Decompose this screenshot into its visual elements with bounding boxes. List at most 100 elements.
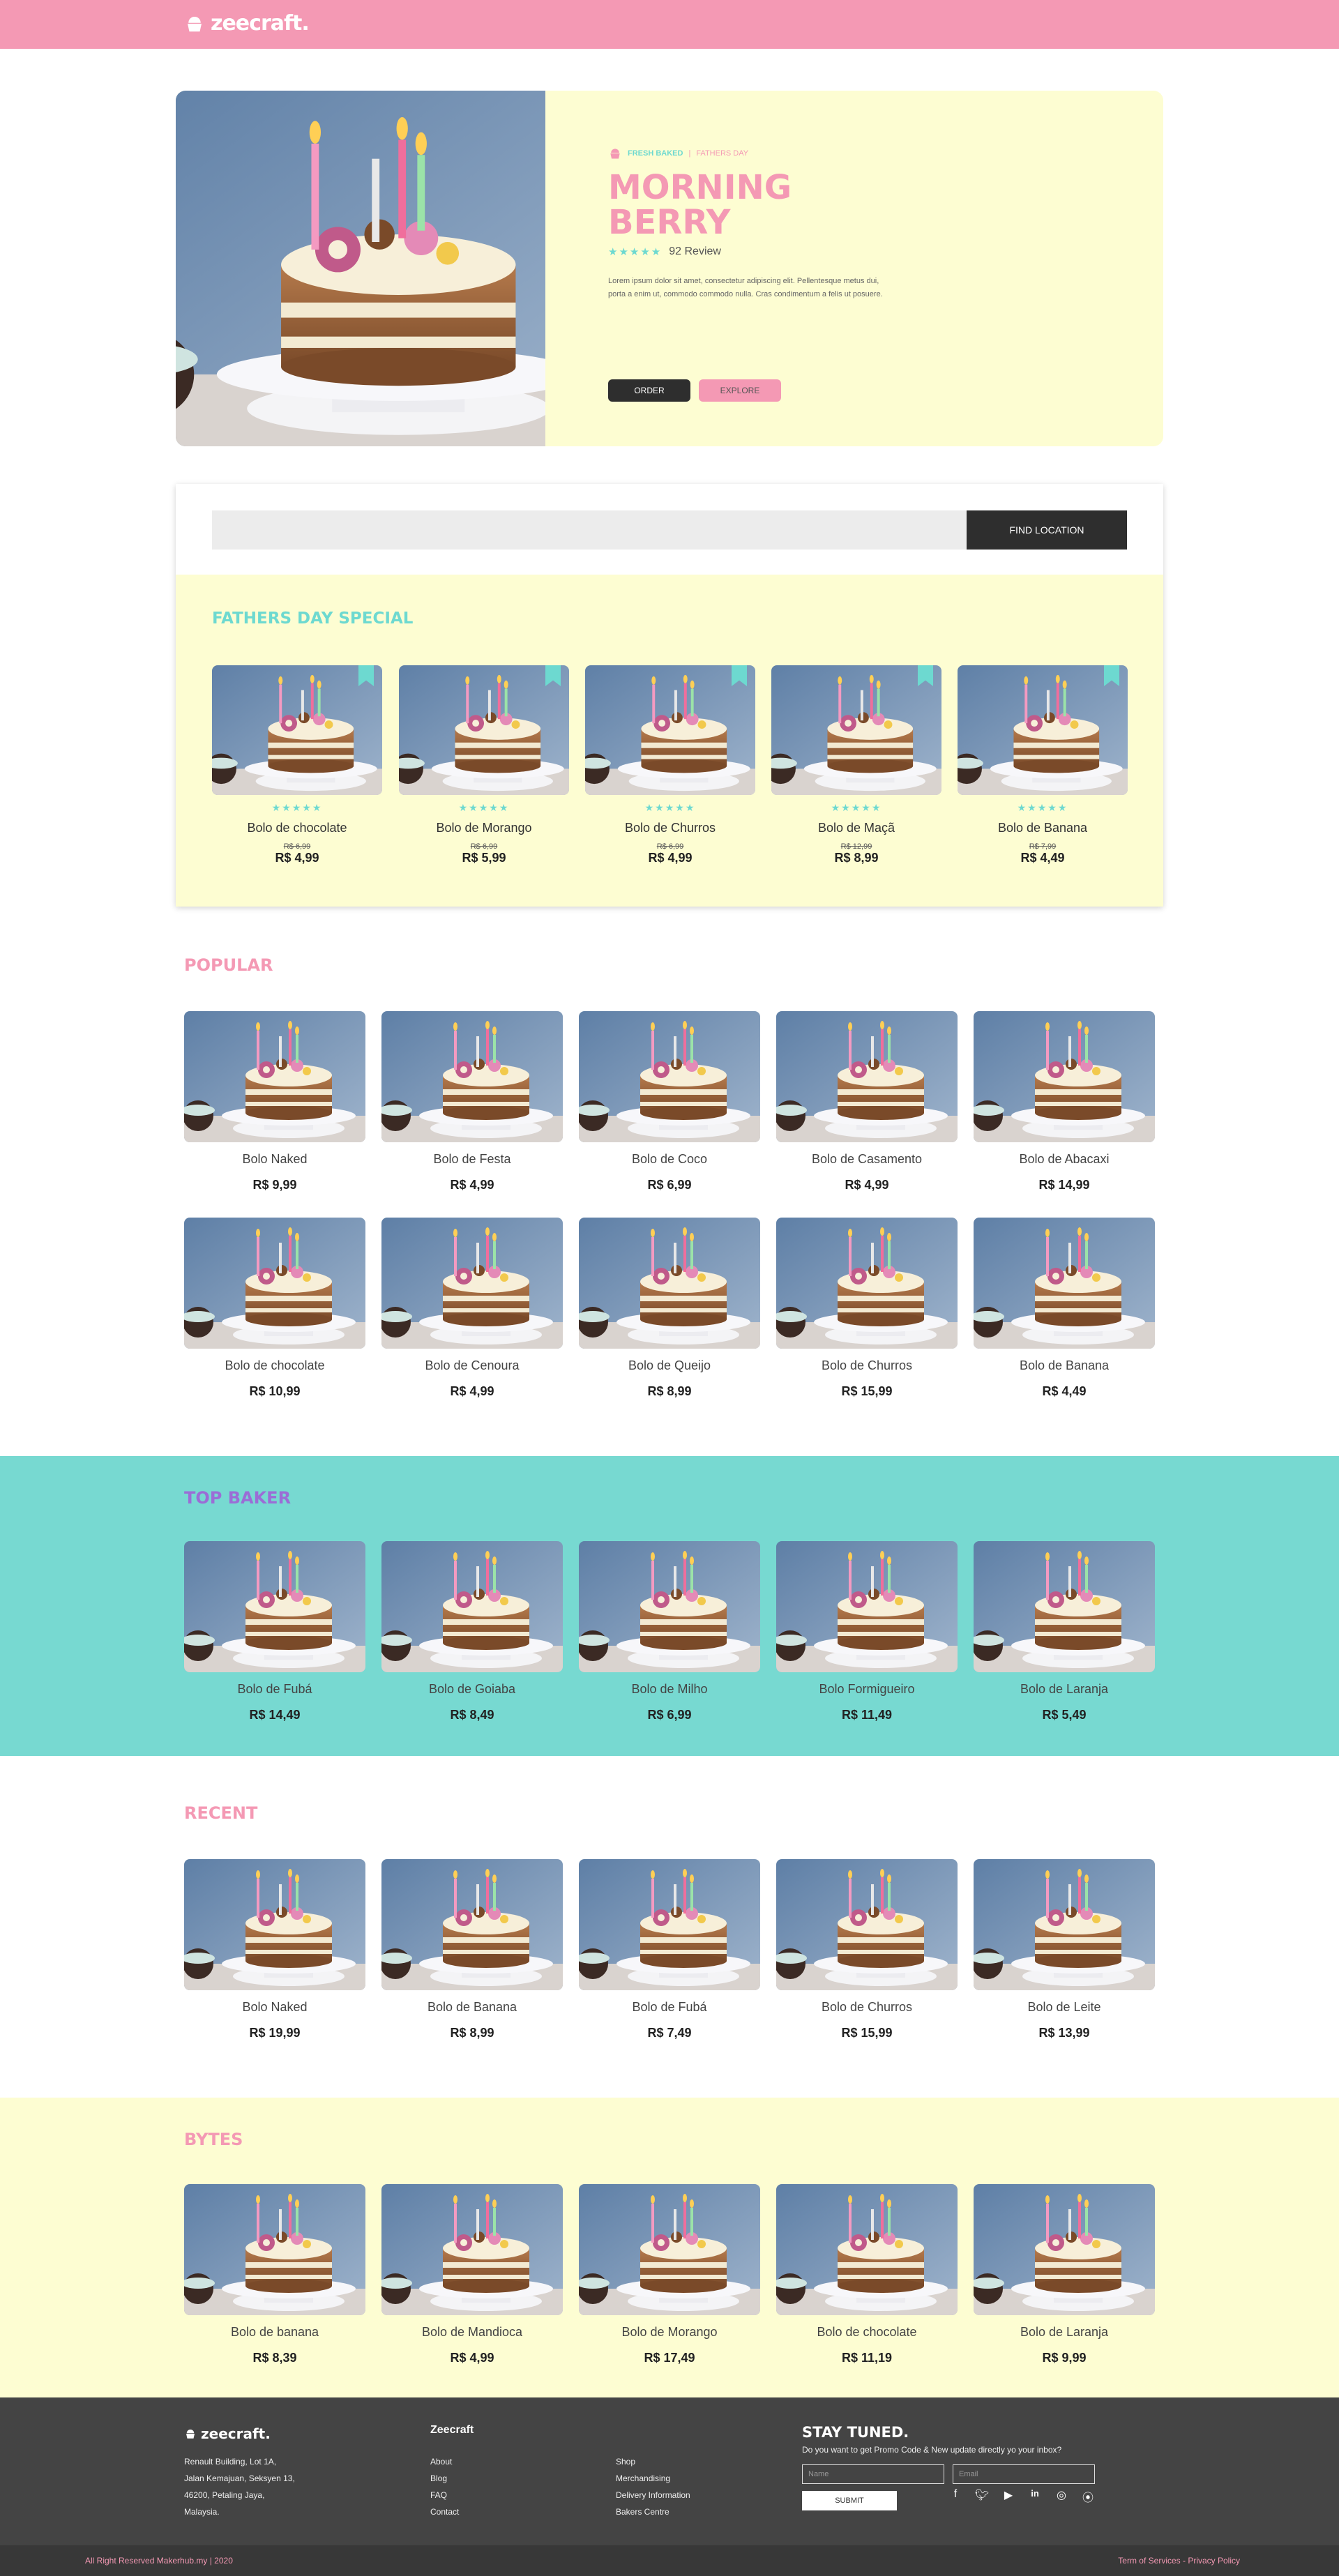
product-image[interactable] [776, 1011, 958, 1142]
product-name[interactable]: Bolo de Churros [585, 821, 755, 835]
product-image[interactable] [579, 1011, 760, 1142]
product-name[interactable]: Bolo de Churros [776, 1358, 958, 1373]
product-image[interactable] [974, 1859, 1155, 1990]
product-image[interactable] [184, 1218, 365, 1349]
product-name[interactable]: Bolo de Fubá [579, 2000, 760, 2015]
product-card[interactable]: Bolo Naked R$ 9,99 [184, 1011, 365, 1192]
special-product-card[interactable]: ★★★★★ Bolo de Morango R$ 6,99 R$ 5,99 [399, 665, 569, 865]
product-card[interactable]: Bolo de Casamento R$ 4,99 [776, 1011, 958, 1192]
product-image[interactable] [974, 2184, 1155, 2315]
product-card[interactable]: Bolo de Churros R$ 15,99 [776, 1859, 958, 2040]
special-product-card[interactable]: ★★★★★ Bolo de Churros R$ 6,99 R$ 4,99 [585, 665, 755, 865]
location-search-input[interactable] [212, 510, 967, 550]
product-image[interactable] [579, 1859, 760, 1990]
product-card[interactable]: Bolo de Churros R$ 15,99 [776, 1218, 958, 1399]
footer-link-shop[interactable]: Shop [616, 2453, 690, 2470]
special-product-card[interactable]: ★★★★★ Bolo de Maçã R$ 12,99 R$ 8,99 [771, 665, 941, 865]
product-name[interactable]: Bolo de chocolate [776, 2325, 958, 2340]
linkedin-icon[interactable]: in [1028, 2488, 1042, 2505]
product-image[interactable] [579, 1541, 760, 1672]
product-name[interactable]: Bolo de chocolate [212, 821, 382, 835]
product-image[interactable] [771, 665, 941, 795]
product-card[interactable]: Bolo Formigueiro R$ 11,49 [776, 1541, 958, 1722]
footer-link-delivery[interactable]: Delivery Information [616, 2487, 690, 2503]
footer-link-faq[interactable]: FAQ [430, 2487, 459, 2503]
product-name[interactable]: Bolo de Mandioca [381, 2325, 563, 2340]
product-card[interactable]: Bolo de Banana R$ 8,99 [381, 1859, 563, 2040]
product-card[interactable]: Bolo de Cenoura R$ 4,99 [381, 1218, 563, 1399]
product-image[interactable] [776, 1218, 958, 1349]
brand-logo[interactable]: zeecraft. [184, 11, 310, 36]
explore-button[interactable]: EXPLORE [699, 379, 781, 402]
product-card[interactable]: Bolo de Coco R$ 6,99 [579, 1011, 760, 1192]
product-name[interactable]: Bolo de Morango [399, 821, 569, 835]
product-image[interactable] [184, 1011, 365, 1142]
product-image[interactable] [184, 1541, 365, 1672]
special-product-card[interactable]: ★★★★★ Bolo de Banana R$ 7,99 R$ 4,49 [958, 665, 1128, 865]
product-card[interactable]: Bolo de Festa R$ 4,99 [381, 1011, 563, 1192]
review-count[interactable]: 92 Review [669, 245, 721, 258]
product-name[interactable]: Bolo de Coco [579, 1152, 760, 1167]
product-image[interactable] [974, 1218, 1155, 1349]
legal-links[interactable]: Term of Services - Privacy Policy [1118, 2556, 1240, 2566]
product-name[interactable]: Bolo de Churros [776, 2000, 958, 2015]
product-image[interactable] [776, 1859, 958, 1990]
product-card[interactable]: Bolo de Laranja R$ 9,99 [974, 2184, 1155, 2365]
twitter-icon[interactable]: 🐦︎ [975, 2488, 989, 2505]
product-card[interactable]: Bolo de Morango R$ 17,49 [579, 2184, 760, 2365]
product-card[interactable]: Bolo de banana R$ 8,39 [184, 2184, 365, 2365]
product-card[interactable]: Bolo de Mandioca R$ 4,99 [381, 2184, 563, 2365]
newsletter-submit-button[interactable]: SUBMIT [802, 2491, 897, 2510]
order-button[interactable]: ORDER [608, 379, 690, 402]
product-name[interactable]: Bolo de Laranja [974, 2325, 1155, 2340]
product-image[interactable] [184, 2184, 365, 2315]
product-name[interactable]: Bolo de Fubá [184, 1682, 365, 1697]
product-name[interactable]: Bolo de Banana [958, 821, 1128, 835]
rss-icon[interactable]: ⦿ [1081, 2488, 1095, 2505]
product-card[interactable]: Bolo de Banana R$ 4,49 [974, 1218, 1155, 1399]
product-name[interactable]: Bolo de banana [184, 2325, 365, 2340]
product-name[interactable]: Bolo de Festa [381, 1152, 563, 1167]
product-name[interactable]: Bolo de Goiaba [381, 1682, 563, 1697]
product-name[interactable]: Bolo de Abacaxi [974, 1152, 1155, 1167]
product-image[interactable] [212, 665, 382, 795]
product-card[interactable]: Bolo de Milho R$ 6,99 [579, 1541, 760, 1722]
find-location-button[interactable]: FIND LOCATION [967, 510, 1127, 550]
product-image[interactable] [381, 1859, 563, 1990]
product-image[interactable] [958, 665, 1128, 795]
product-image[interactable] [399, 665, 569, 795]
product-image[interactable] [381, 2184, 563, 2315]
product-image[interactable] [381, 1011, 563, 1142]
product-image[interactable] [579, 1218, 760, 1349]
newsletter-name-input[interactable] [802, 2464, 944, 2484]
product-image[interactable] [585, 665, 755, 795]
product-card[interactable]: Bolo de Goiaba R$ 8,49 [381, 1541, 563, 1722]
product-card[interactable]: Bolo Naked R$ 19,99 [184, 1859, 365, 2040]
product-image[interactable] [974, 1541, 1155, 1672]
facebook-icon[interactable]: f [948, 2488, 962, 2505]
footer-logo[interactable]: zeecraft. [184, 2425, 271, 2442]
footer-link-about[interactable]: About [430, 2453, 459, 2470]
product-card[interactable]: Bolo de Leite R$ 13,99 [974, 1859, 1155, 2040]
product-card[interactable]: Bolo de chocolate R$ 11,19 [776, 2184, 958, 2365]
instagram-icon[interactable]: ◎ [1054, 2488, 1068, 2505]
product-image[interactable] [381, 1541, 563, 1672]
product-name[interactable]: Bolo de Banana [381, 2000, 563, 2015]
product-name[interactable]: Bolo de Morango [579, 2325, 760, 2340]
product-name[interactable]: Bolo Formigueiro [776, 1682, 958, 1697]
product-name[interactable]: Bolo de Leite [974, 2000, 1155, 2015]
product-image[interactable] [776, 1541, 958, 1672]
product-name[interactable]: Bolo de Banana [974, 1358, 1155, 1373]
product-image[interactable] [776, 2184, 958, 2315]
product-name[interactable]: Bolo Naked [184, 2000, 365, 2015]
product-card[interactable]: Bolo de Fubá R$ 7,49 [579, 1859, 760, 2040]
product-image[interactable] [974, 1011, 1155, 1142]
special-product-card[interactable]: ★★★★★ Bolo de chocolate R$ 6,99 R$ 4,99 [212, 665, 382, 865]
product-image[interactable] [184, 1859, 365, 1990]
product-name[interactable]: Bolo de Laranja [974, 1682, 1155, 1697]
product-name[interactable]: Bolo de Maçã [771, 821, 941, 835]
footer-link-bakers-centre[interactable]: Bakers Centre [616, 2503, 690, 2520]
product-name[interactable]: Bolo de Casamento [776, 1152, 958, 1167]
product-name[interactable]: Bolo de Milho [579, 1682, 760, 1697]
product-card[interactable]: Bolo de Fubá R$ 14,49 [184, 1541, 365, 1722]
